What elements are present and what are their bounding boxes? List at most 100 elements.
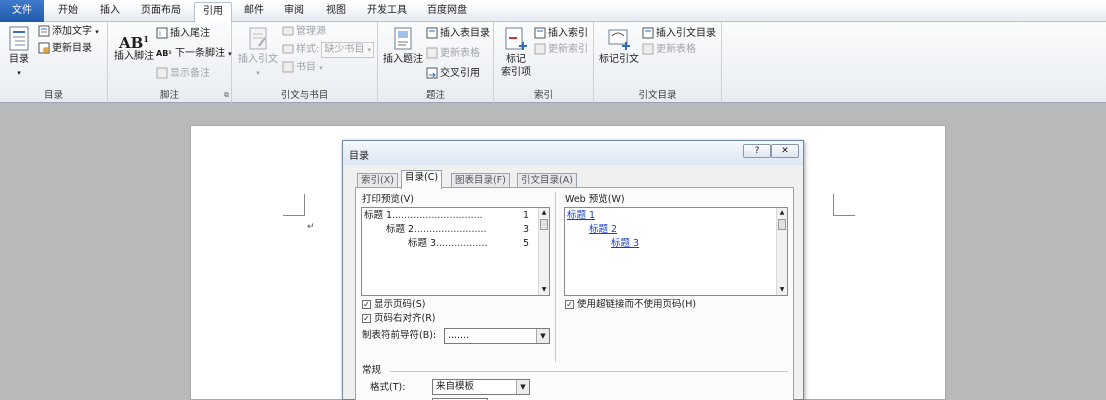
right-align-label: 页码右对齐(R) [374, 313, 436, 324]
group-label-index: 索引 [533, 90, 553, 101]
dialog-launcher-icon[interactable]: ⧉ [224, 91, 229, 100]
right-align-checkbox[interactable]: ✓ [362, 314, 371, 323]
web-heading-link[interactable]: 标题 3 [611, 238, 639, 250]
print-preview-box[interactable]: 标题 1....................................… [361, 207, 550, 296]
scroll-up-icon[interactable]: ▲ [777, 208, 787, 218]
toc-button[interactable]: 目录 ▾ [4, 26, 34, 80]
close-button[interactable]: ✕ [771, 144, 799, 158]
update-index-button[interactable]: 更新索引 [534, 42, 588, 58]
scroll-thumb[interactable] [540, 219, 548, 230]
group-citations: 插入引文 ▾ 管理源 样式: 缺少书目 ▾ 书目 ▾ 引文与书目 [232, 22, 378, 103]
footnote-ab-icon: AB1 [119, 34, 149, 52]
insert-table-of-figures-button[interactable]: 插入表目录 [426, 26, 490, 42]
print-preview-label: 打印预览(V) [362, 194, 414, 205]
group-label-authorities: 引文目录 [638, 90, 677, 101]
cross-reference-icon [426, 67, 438, 79]
insert-caption-button[interactable]: 插入题注 [382, 26, 424, 66]
tab-home[interactable]: 开始 [50, 2, 86, 22]
tab-file[interactable]: 文件 [0, 0, 44, 22]
cross-reference-button[interactable]: 交叉引用 [426, 66, 480, 82]
toc-icon [9, 26, 29, 51]
print-heading-text: 标题 3 [408, 238, 437, 249]
insert-footnote-button[interactable]: AB1 插入脚注 [112, 30, 156, 63]
tab-baidu-netdisk[interactable]: 百度网盘 [420, 2, 474, 22]
tab-index[interactable]: 索引(X) [357, 173, 398, 188]
web-heading-link[interactable]: 标题 1 [567, 210, 595, 222]
update-toc-button[interactable]: 更新目录 [38, 41, 92, 57]
next-footnote-label: 下一条脚注 [174, 48, 225, 59]
tab-leader-select[interactable]: ....... ▼ [444, 328, 550, 344]
tab-table-of-authorities[interactable]: 引文目录(A) [517, 173, 577, 188]
insert-table-of-authorities-button[interactable]: 插入引文目录 [642, 26, 716, 42]
web-heading-link[interactable]: 标题 2 [589, 224, 617, 236]
insert-index-button[interactable]: 插入索引 [534, 26, 588, 42]
toc-tab-panel: 打印预览(V) 标题 1............................… [355, 187, 794, 400]
endnote-icon: i [156, 27, 168, 39]
use-hyperlinks-checkbox[interactable]: ✓ [565, 300, 574, 309]
scroll-up-icon[interactable]: ▲ [539, 208, 549, 218]
group-label-toc: 目录 [43, 90, 63, 101]
paragraph-mark: ↵ [307, 222, 315, 232]
update-table-icon [642, 43, 654, 55]
mark-entry-label-1: 标记 [506, 54, 526, 65]
tab-mailings[interactable]: 邮件 [236, 2, 272, 22]
style-selector[interactable]: 样式: 缺少书目 ▾ [282, 42, 375, 58]
insert-index-label: 插入索引 [548, 28, 588, 39]
add-text-icon [38, 25, 50, 37]
tab-leader-value: ....... [448, 330, 470, 341]
tab-page-layout[interactable]: 页面布局 [134, 2, 188, 22]
dialog-titlebar: 目录 ? ✕ [343, 141, 803, 165]
insert-caption-label: 插入题注 [383, 54, 423, 65]
print-heading-text: 标题 2 [386, 224, 415, 235]
help-button[interactable]: ? [743, 144, 771, 158]
scroll-down-icon[interactable]: ▼ [777, 285, 787, 295]
manage-sources-button[interactable]: 管理源 [282, 24, 326, 40]
web-preview-box[interactable]: 标题 1 标题 2 标题 3 ▲ ▼ [564, 207, 788, 296]
print-heading-page: 1 [522, 210, 529, 221]
insert-citation-label: 插入引文 [238, 54, 278, 65]
group-table-of-authorities: 标记引文 插入引文目录 更新表格 引文目录 [594, 22, 722, 103]
tab-references[interactable]: 引用 [194, 2, 232, 23]
caption-icon [394, 27, 412, 50]
mark-citation-button[interactable]: 标记引文 [596, 26, 642, 66]
bibliography-button[interactable]: 书目 ▾ [282, 60, 323, 76]
update-index-icon [534, 43, 546, 55]
show-page-numbers-label: 显示页码(S) [374, 299, 426, 310]
group-label-captions: 题注 [425, 90, 445, 101]
scroll-down-icon[interactable]: ▼ [539, 285, 549, 295]
chevron-down-icon: ▾ [367, 46, 372, 54]
insert-footnote-label: 插入脚注 [114, 51, 154, 62]
margin-corner-left [283, 194, 305, 216]
update-table-button[interactable]: 更新表格 [426, 46, 480, 62]
ribbon: 目录 ▾ 添加文字 ▾ 更新目录 目录 AB1 插入脚注 i 插入尾注 AB¹ 下一… [0, 22, 1106, 103]
tab-insert[interactable]: 插入 [92, 2, 128, 22]
insert-endnote-button[interactable]: i 插入尾注 [156, 26, 210, 42]
format-select[interactable]: 来自模板 ▼ [432, 379, 530, 395]
tab-developer[interactable]: 开发工具 [360, 2, 414, 22]
update-table2-button[interactable]: 更新表格 [642, 42, 696, 58]
print-preview-scrollbar[interactable]: ▲ ▼ [538, 208, 549, 295]
citation-icon [249, 27, 267, 50]
tab-toc[interactable]: 目录(C) [401, 170, 443, 189]
show-notes-button[interactable]: 显示备注 [156, 66, 210, 82]
insert-citation-button[interactable]: 插入引文 ▾ [236, 26, 280, 80]
style-dropdown[interactable]: 缺少书目 ▾ [321, 42, 375, 58]
next-footnote-button[interactable]: AB¹ 下一条脚注 ▾ [156, 46, 232, 62]
add-text-button[interactable]: 添加文字 ▾ [38, 24, 99, 40]
show-notes-icon [156, 67, 168, 79]
update-toc-label: 更新目录 [52, 43, 92, 54]
ribbon-tab-bar: 文件 开始 插入 页面布局 引用 邮件 审阅 视图 开发工具 百度网盘 [0, 0, 1106, 23]
web-preview-label: Web 预览(W) [565, 194, 625, 205]
show-page-numbers-checkbox[interactable]: ✓ [362, 300, 371, 309]
tab-review[interactable]: 审阅 [276, 2, 312, 22]
table-of-authorities-icon [642, 27, 654, 39]
svg-text:i: i [159, 30, 161, 38]
tab-view[interactable]: 视图 [318, 2, 354, 22]
print-heading-page: 3 [522, 224, 529, 235]
tab-table-of-figures[interactable]: 图表目录(F) [451, 173, 510, 188]
manage-sources-label: 管理源 [296, 26, 326, 37]
mark-entry-button[interactable]: 标记 索引项 [498, 26, 534, 79]
scroll-thumb[interactable] [778, 219, 786, 230]
web-preview-scrollbar[interactable]: ▲ ▼ [776, 208, 787, 295]
insert-table-of-authorities-label: 插入引文目录 [656, 28, 716, 39]
